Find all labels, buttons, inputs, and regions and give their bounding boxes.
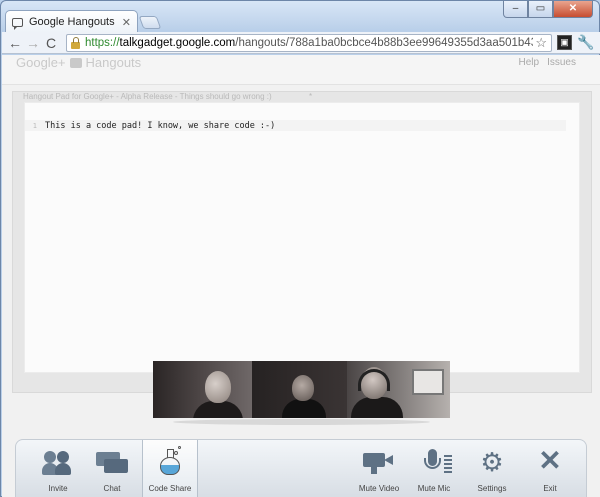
- microphone-icon: [418, 449, 452, 475]
- bookmark-star-icon[interactable]: ☆: [535, 35, 547, 51]
- invite-icon: [42, 449, 74, 475]
- forward-button[interactable]: →: [24, 34, 42, 52]
- code-share-label: Code Share: [148, 484, 192, 493]
- browser-toolbar: ← → C https://talkgadget.google.com/hang…: [2, 32, 600, 54]
- exit-button[interactable]: ✕ Exit: [524, 440, 576, 497]
- hangout-page: Google+ Hangouts Help Issues Hangout Pad…: [2, 55, 600, 497]
- participant-filmstrip: [153, 361, 450, 418]
- settings-label: Settings: [477, 484, 507, 493]
- browser-window: – ▭ ✕ Google Hangouts ✕ ← → C https://ta…: [0, 0, 600, 497]
- filmstrip-shadow: [173, 419, 430, 425]
- new-tab-button[interactable]: [138, 16, 162, 29]
- minimize-button[interactable]: –: [503, 1, 528, 18]
- close-window-button[interactable]: ✕: [553, 1, 593, 18]
- page-header: Google+ Hangouts Help Issues: [2, 55, 600, 85]
- address-bar[interactable]: https://talkgadget.google.com/hangouts/7…: [66, 34, 552, 52]
- window-controls: – ▭ ✕: [503, 1, 593, 18]
- participant-video[interactable]: [252, 361, 347, 418]
- background-window: [412, 369, 444, 395]
- wrench-menu-icon[interactable]: 🔧: [577, 34, 594, 51]
- exit-icon: ✕: [538, 445, 562, 476]
- header-links: Help Issues: [519, 57, 576, 68]
- invite-label: Invite: [48, 484, 68, 493]
- code-editor[interactable]: 1 This is a code pad! I know, we share c…: [24, 102, 580, 373]
- code-share-button[interactable]: Code Share: [142, 440, 198, 497]
- invite-button[interactable]: Invite: [32, 440, 84, 497]
- exit-label: Exit: [543, 484, 557, 493]
- participant-video[interactable]: [153, 361, 252, 418]
- line-number: 1: [32, 121, 37, 130]
- hangout-bubble-icon: [69, 57, 82, 68]
- gear-icon: ⚙: [480, 447, 504, 477]
- mute-mic-label: Mute Mic: [417, 484, 451, 493]
- participant-body: [282, 399, 326, 418]
- participant-face: [292, 375, 314, 401]
- google-plus-logo-text: Google+: [16, 55, 66, 70]
- url-path: /hangouts/788a1ba0bcbce4b88b3ee99649355d…: [235, 37, 533, 49]
- participant-body: [351, 397, 403, 418]
- headphones: [358, 369, 390, 391]
- participant-video[interactable]: [347, 361, 450, 418]
- camera-icon: [363, 449, 395, 475]
- code-line-text[interactable]: This is a code pad! I know, we share cod…: [45, 121, 275, 131]
- mute-mic-button[interactable]: Mute Mic: [408, 440, 460, 497]
- participant-face: [205, 371, 231, 403]
- settings-button[interactable]: ⚙ Settings: [466, 440, 518, 497]
- google-plus-hangouts-logo: Google+ Hangouts: [16, 55, 141, 70]
- hangouts-logo-text: Hangouts: [85, 55, 142, 70]
- mute-video-label: Mute Video: [358, 484, 400, 493]
- flask-icon: [154, 446, 186, 475]
- browser-tab[interactable]: Google Hangouts ✕: [5, 10, 138, 33]
- tab-title: Google Hangouts: [29, 16, 115, 28]
- mute-video-button[interactable]: Mute Video: [352, 440, 406, 497]
- extension-icon[interactable]: ▣: [557, 35, 572, 50]
- pad-title-marker: *: [309, 92, 313, 101]
- chat-label: Chat: [103, 484, 121, 493]
- url-host: talkgadget.google.com: [119, 37, 236, 49]
- lock-icon: [71, 36, 80, 49]
- back-button[interactable]: ←: [6, 34, 24, 52]
- maximize-button[interactable]: ▭: [528, 1, 553, 18]
- reload-button[interactable]: C: [42, 34, 60, 52]
- pad-title: Hangout Pad for Google+ - Alpha Release …: [23, 92, 272, 101]
- hangout-toolbar: Invite Chat Code Share Mute Video Mute M…: [15, 439, 587, 497]
- url-scheme: https://: [85, 37, 120, 49]
- chat-button[interactable]: Chat: [86, 440, 138, 497]
- tab-close-icon[interactable]: ✕: [122, 16, 131, 29]
- issues-link[interactable]: Issues: [547, 57, 576, 68]
- url-text: https://talkgadget.google.com/hangouts/7…: [85, 37, 533, 49]
- chat-icon: [96, 449, 128, 475]
- code-line[interactable]: 1 This is a code pad! I know, we share c…: [25, 120, 566, 131]
- help-link[interactable]: Help: [519, 57, 540, 68]
- code-pad-panel: Hangout Pad for Google+ - Alpha Release …: [12, 91, 592, 393]
- hangouts-favicon-icon: [12, 17, 23, 30]
- participant-body: [193, 401, 243, 418]
